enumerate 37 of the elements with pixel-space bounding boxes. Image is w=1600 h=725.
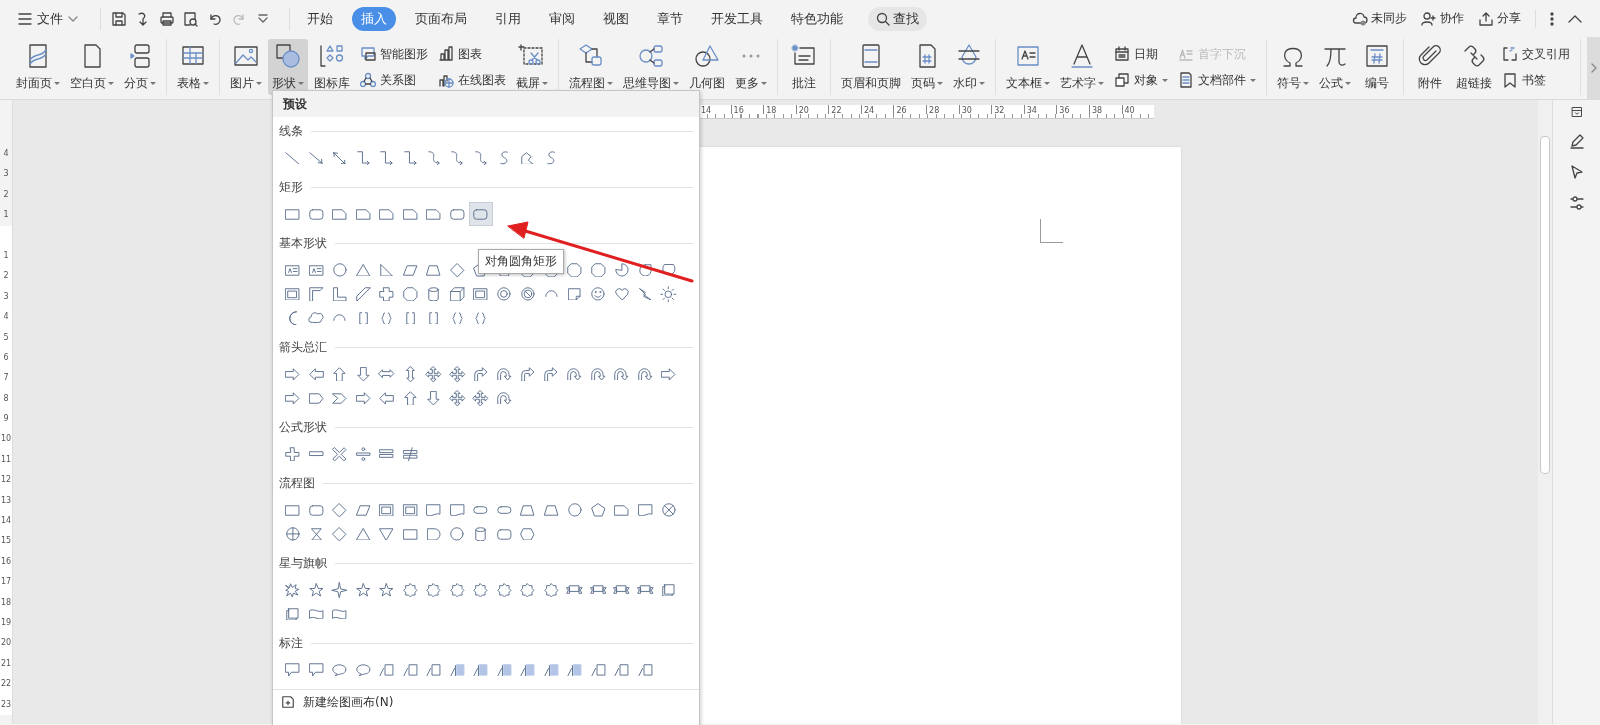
ruler-number: 4 xyxy=(2,311,10,324)
ruler-number: 23 xyxy=(0,698,12,711)
ruler-number: 1 xyxy=(2,249,10,262)
ruler-number: 13 xyxy=(0,494,12,507)
section-title: 线条 xyxy=(279,123,303,140)
ruler-number: 8 xyxy=(2,392,10,405)
ruler-number: 17 xyxy=(0,576,12,589)
ruler-number: 18 xyxy=(0,596,12,609)
section-title: 公式形状 xyxy=(279,419,327,436)
ruler-number: 4 xyxy=(2,148,10,160)
ruler-number: 15 xyxy=(0,535,12,548)
ruler-number: 6 xyxy=(2,351,10,364)
ruler-number: 22 xyxy=(0,678,12,691)
section-title: 星与旗帜 xyxy=(279,555,327,572)
section-title: 矩形 xyxy=(279,179,303,196)
ruler-number: 20 xyxy=(0,637,12,650)
ruler-number: 2 xyxy=(2,188,10,201)
ruler-number: 21 xyxy=(0,657,12,670)
ruler-number: 5 xyxy=(2,331,10,344)
ruler-number: 2 xyxy=(2,270,10,283)
ruler-number: 7 xyxy=(2,372,10,385)
ruler-number: 10 xyxy=(0,433,12,446)
ruler-number: 1 xyxy=(2,209,10,222)
section-title: 标注 xyxy=(279,635,303,652)
ruler-number: 3 xyxy=(2,168,10,181)
ruler-number: 12 xyxy=(0,474,12,487)
ruler-number: 14 xyxy=(0,515,12,528)
section-title: 基本形状 xyxy=(279,235,327,252)
tooltip: 对角圆角矩形 xyxy=(478,249,564,274)
section-title: 流程图 xyxy=(279,475,315,492)
section-title: 箭头总汇 xyxy=(279,339,327,356)
ruler-number: 16 xyxy=(0,555,12,568)
ruler-number: 9 xyxy=(2,413,10,426)
ruler-number: 19 xyxy=(0,617,12,629)
panel-header: 预设 xyxy=(273,91,699,117)
ruler-number: 3 xyxy=(2,290,10,303)
ruler-number: 11 xyxy=(0,453,12,466)
